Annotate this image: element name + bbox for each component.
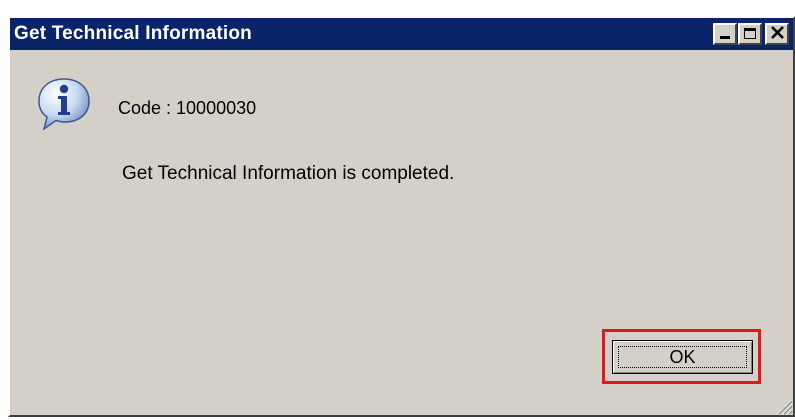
window-title: Get Technical Information	[14, 23, 252, 44]
maximize-icon	[744, 28, 756, 39]
maximize-button[interactable]	[738, 23, 762, 45]
error-code-label: Code : 10000030	[118, 98, 257, 118]
dialog-window: Get Technical Information Code: 1000003…	[8, 16, 795, 417]
close-button[interactable]	[765, 23, 789, 45]
title-bar[interactable]: Get Technical Information	[10, 18, 793, 50]
status-message: Get Technical Information is completed.	[122, 163, 455, 184]
ok-button[interactable]: OK	[612, 340, 753, 374]
info-icon	[35, 75, 93, 133]
ok-button-label: OK	[669, 346, 696, 367]
resize-grip-icon[interactable]	[775, 397, 793, 415]
minimize-button[interactable]	[713, 23, 737, 45]
window-controls	[712, 23, 789, 45]
close-icon	[768, 22, 788, 42]
minimize-icon	[720, 36, 730, 39]
